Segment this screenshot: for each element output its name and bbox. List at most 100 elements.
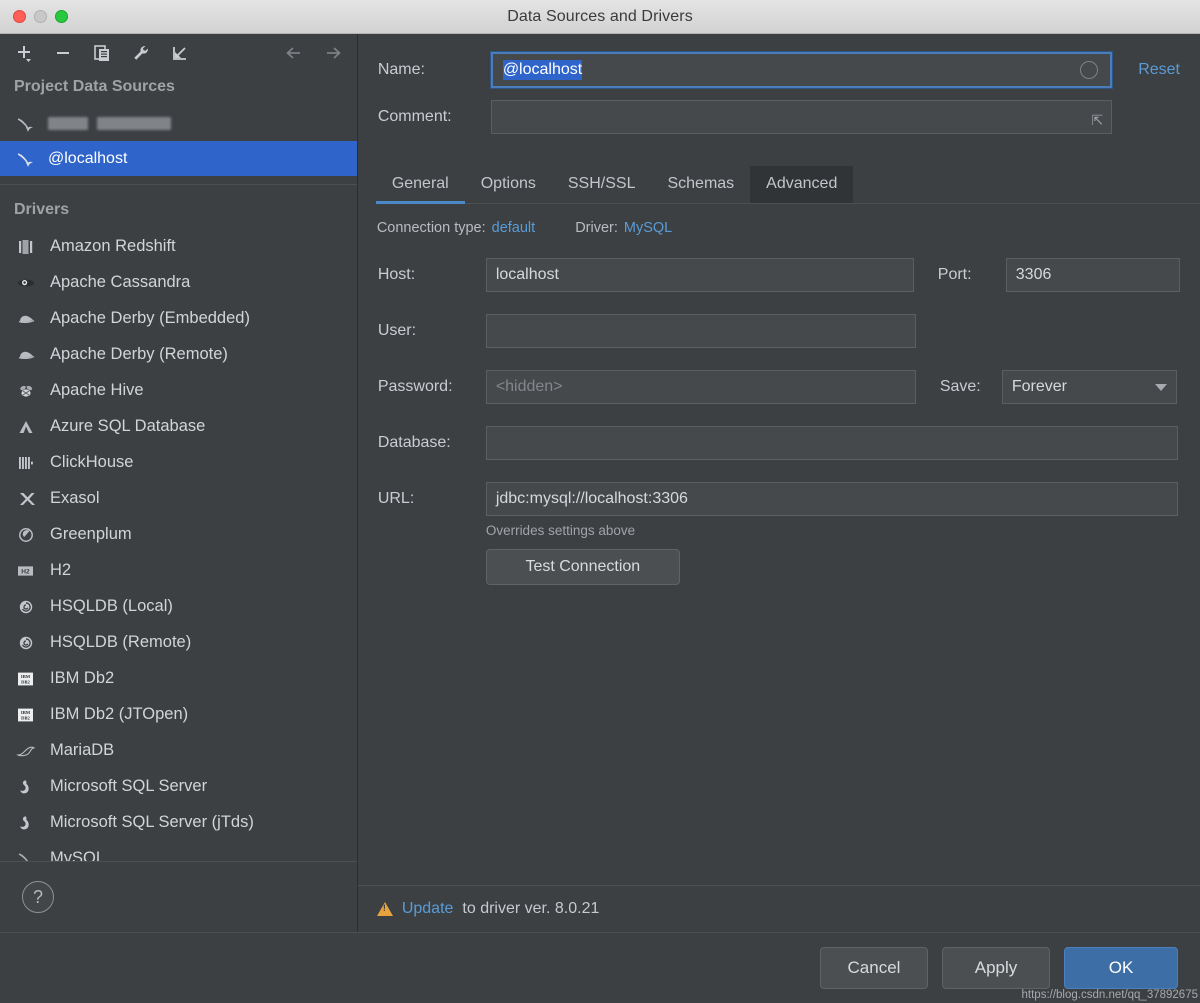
driver-row-hsqldb-remote[interactable]: HSQLDB (Remote) xyxy=(0,625,357,661)
right-panel-spacer xyxy=(358,585,1200,885)
navigate-forward-button[interactable] xyxy=(321,41,345,65)
user-label: User: xyxy=(378,322,486,340)
derby-hat-icon xyxy=(14,308,38,330)
driver-label: Apache Hive xyxy=(50,381,144,400)
tab-label: Options xyxy=(481,175,536,192)
driver-row-amazon-redshift[interactable]: Amazon Redshift xyxy=(0,229,357,265)
ok-button[interactable]: OK xyxy=(1064,947,1178,989)
hive-bee-icon xyxy=(14,380,38,402)
svg-text:DB2: DB2 xyxy=(21,715,30,720)
password-input[interactable]: <hidden> xyxy=(486,370,916,404)
host-input[interactable]: localhost xyxy=(486,258,914,292)
dialog-body: Project Data Sources xyxy=(0,34,1200,932)
data-sources-dialog: Data Sources and Drivers xyxy=(0,0,1200,1003)
add-data-source-button[interactable] xyxy=(12,41,36,65)
driver-row-ibm-db2[interactable]: IBM DB2 IBM Db2 xyxy=(0,661,357,697)
driver-row-mysql[interactable]: MySQL xyxy=(0,841,357,861)
duplicate-data-source-button[interactable] xyxy=(90,41,114,65)
driver-label: MariaDB xyxy=(50,741,114,760)
navigate-back-button[interactable] xyxy=(282,41,306,65)
driver-label: Exasol xyxy=(50,489,100,508)
url-label: URL: xyxy=(378,490,486,508)
save-dropdown[interactable]: Forever xyxy=(1002,370,1177,404)
hsqldb-spiral-icon xyxy=(14,596,38,618)
remove-data-source-button[interactable] xyxy=(51,41,75,65)
user-row: User: xyxy=(378,314,1180,348)
h2-icon: H2 xyxy=(14,560,38,582)
expand-icon[interactable]: ⇱ xyxy=(1091,112,1103,129)
driver-row-clickhouse[interactable]: ClickHouse xyxy=(0,445,357,481)
password-placeholder: <hidden> xyxy=(496,378,563,396)
apply-button[interactable]: Apply xyxy=(942,947,1050,989)
driver-row-h2[interactable]: H2 H2 xyxy=(0,553,357,589)
mysql-dolphin-icon xyxy=(14,148,36,170)
driver-row-hsqldb-local[interactable]: HSQLDB (Local) xyxy=(0,589,357,625)
chevron-down-icon xyxy=(1155,384,1167,391)
ibm-db2-icon: IBM DB2 xyxy=(14,668,38,690)
driver-label: IBM Db2 xyxy=(50,669,114,688)
tab-label: SSH/SSL xyxy=(568,175,636,192)
driver-row-exasol[interactable]: Exasol xyxy=(0,481,357,517)
comment-input[interactable]: ⇱ xyxy=(491,100,1112,134)
data-source-row-redacted[interactable] xyxy=(0,106,357,141)
driver-row-azure-sql-database[interactable]: Azure SQL Database xyxy=(0,409,357,445)
cancel-button[interactable]: Cancel xyxy=(820,947,928,989)
password-label: Password: xyxy=(378,378,486,396)
password-save-row: Password: <hidden> Save: Forever xyxy=(378,370,1180,404)
save-dropdown-value: Forever xyxy=(1012,378,1067,396)
driver-row-apache-cassandra[interactable]: Apache Cassandra xyxy=(0,265,357,301)
driver-label: Apache Derby (Remote) xyxy=(50,345,228,364)
tab-options[interactable]: Options xyxy=(465,166,552,203)
watermark: https://blog.csdn.net/qq_37892675 xyxy=(1022,989,1198,1001)
status-circle-icon xyxy=(1080,61,1098,79)
name-row: Name: @localhost Reset xyxy=(378,52,1180,88)
driver-row-microsoft-sql-server-jtds[interactable]: Microsoft SQL Server (jTds) xyxy=(0,805,357,841)
driver-value[interactable]: MySQL xyxy=(624,220,672,236)
clickhouse-bars-icon xyxy=(14,452,38,474)
properties-wrench-button[interactable] xyxy=(129,41,153,65)
help-button[interactable]: ? xyxy=(22,881,54,913)
driver-label: ClickHouse xyxy=(50,453,133,472)
tab-advanced[interactable]: Advanced xyxy=(750,166,853,203)
mysql-dolphin-icon xyxy=(14,113,36,135)
tab-schemas[interactable]: Schemas xyxy=(651,166,750,203)
driver-row-mariadb[interactable]: MariaDB xyxy=(0,733,357,769)
data-source-row-localhost[interactable]: @localhost xyxy=(0,141,357,176)
tab-general[interactable]: General xyxy=(376,166,465,203)
tab-label: Schemas xyxy=(667,175,734,192)
url-row: URL: jdbc:mysql://localhost:3306 xyxy=(378,482,1180,516)
name-input[interactable]: @localhost xyxy=(491,52,1112,88)
import-arrow-icon[interactable] xyxy=(168,41,192,65)
driver-label: HSQLDB (Remote) xyxy=(50,633,191,652)
hsqldb-spiral-icon xyxy=(14,632,38,654)
driver-label: Azure SQL Database xyxy=(50,417,205,436)
tab-ssh-ssl[interactable]: SSH/SSL xyxy=(552,166,652,203)
drivers-title: Drivers xyxy=(0,185,357,229)
connection-type-value[interactable]: default xyxy=(492,220,536,236)
database-input[interactable] xyxy=(486,426,1178,460)
driver-row-apache-derby-embedded[interactable]: Apache Derby (Embedded) xyxy=(0,301,357,337)
driver-row-microsoft-sql-server[interactable]: Microsoft SQL Server xyxy=(0,769,357,805)
update-link[interactable]: Update xyxy=(402,900,454,918)
driver-row-apache-derby-remote[interactable]: Apache Derby (Remote) xyxy=(0,337,357,373)
url-input[interactable]: jdbc:mysql://localhost:3306 xyxy=(486,482,1178,516)
drivers-list[interactable]: Amazon Redshift Apache Cassandra xyxy=(0,229,357,861)
test-connection-button[interactable]: Test Connection xyxy=(486,549,680,585)
driver-label: HSQLDB (Local) xyxy=(50,597,173,616)
svg-text:IBM: IBM xyxy=(21,710,31,715)
port-input-value: 3306 xyxy=(1016,266,1052,284)
driver-row-apache-hive[interactable]: Apache Hive xyxy=(0,373,357,409)
connection-info-row: Connection type: default Driver: MySQL xyxy=(358,204,1200,236)
driver-row-ibm-db2-jtopen[interactable]: IBM DB2 IBM Db2 (JTOpen) xyxy=(0,697,357,733)
user-input[interactable] xyxy=(486,314,916,348)
exasol-x-icon xyxy=(14,488,38,510)
redshift-icon xyxy=(14,236,38,258)
host-label: Host: xyxy=(378,266,486,284)
window-title: Data Sources and Drivers xyxy=(0,8,1200,26)
reset-button[interactable]: Reset xyxy=(1138,61,1180,79)
name-input-value: @localhost xyxy=(503,60,582,80)
driver-row-greenplum[interactable]: Greenplum xyxy=(0,517,357,553)
greenplum-circle-icon xyxy=(14,524,38,546)
driver-label: Amazon Redshift xyxy=(50,237,176,256)
port-input[interactable]: 3306 xyxy=(1006,258,1180,292)
